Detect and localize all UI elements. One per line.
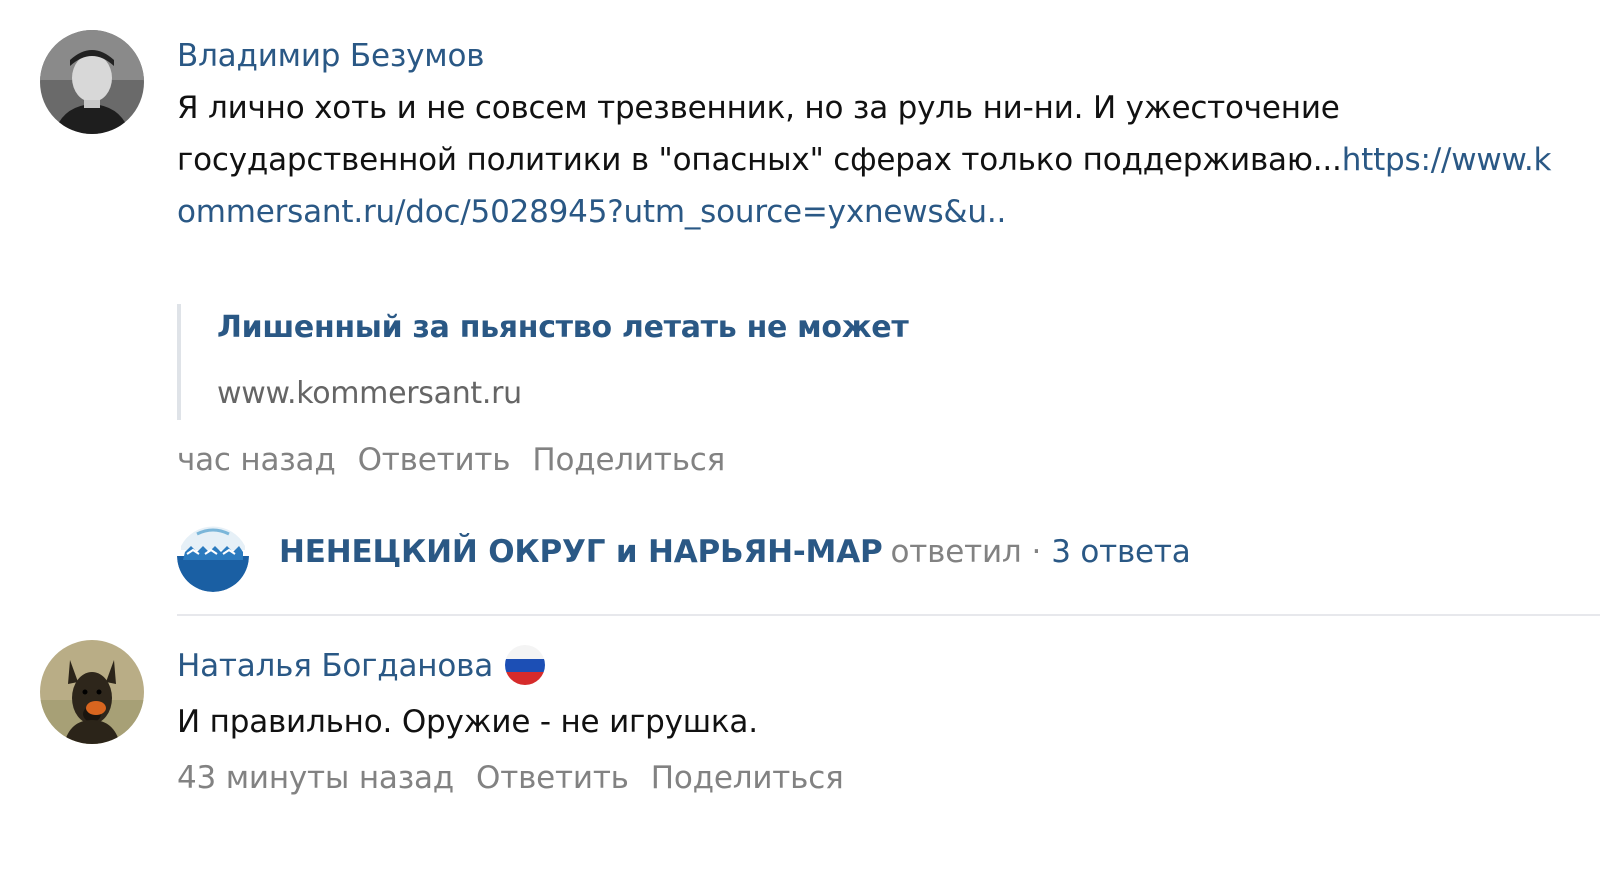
- comment-meta: 43 минуты назад Ответить Поделиться: [177, 760, 844, 796]
- comment-text-body: И правильно. Оружие - не игрушка.: [177, 704, 758, 740]
- share-button[interactable]: Поделиться: [651, 760, 844, 796]
- comment-author[interactable]: Наталья Богданова: [177, 644, 545, 685]
- comment-time[interactable]: 43 минуты назад: [177, 760, 454, 796]
- snippet-title[interactable]: Лишенный за пьянство летать не может: [217, 310, 909, 345]
- group-avatar[interactable]: [177, 520, 249, 592]
- reply-button[interactable]: Ответить: [476, 760, 629, 796]
- group-logo-icon: [177, 520, 249, 592]
- comments-page: Владимир Безумов Я лично хоть и не совсе…: [0, 0, 1600, 870]
- thread-author[interactable]: НЕНЕЦКИЙ ОКРУГ и НАРЬЯН-МАР: [279, 534, 883, 570]
- avatar-dog-icon: [40, 640, 144, 744]
- link-snippet[interactable]: Лишенный за пьянство летать не может www…: [177, 304, 909, 420]
- avatar-photo-icon: [40, 30, 144, 134]
- comment-meta: час назад Ответить Поделиться: [177, 442, 725, 478]
- snippet-domain: www.kommersant.ru: [217, 376, 522, 411]
- share-button[interactable]: Поделиться: [532, 442, 725, 478]
- thread-replied: ответил: [890, 534, 1022, 570]
- comment-author-name[interactable]: Наталья Богданова: [177, 648, 493, 684]
- user-avatar[interactable]: [40, 640, 144, 744]
- russia-flag-icon: [505, 644, 545, 685]
- comment-text: И правильно. Оружие - не игрушка.: [177, 696, 1557, 748]
- reply-button[interactable]: Ответить: [358, 442, 511, 478]
- comment-time[interactable]: час назад: [177, 442, 336, 478]
- thread-separator: ·: [1031, 534, 1042, 570]
- comment-text-body: Я лично хоть и не совсем трезвенник, но …: [177, 90, 1342, 178]
- thread-line: НЕНЕЦКИЙ ОКРУГ и НАРЬЯН-МАР ответил · 3 отв…: [279, 534, 1191, 570]
- comment-divider: [177, 614, 1600, 616]
- thread-reply-count[interactable]: 3 ответа: [1051, 534, 1191, 570]
- user-avatar[interactable]: [40, 30, 144, 134]
- comment-text: Я лично хоть и не совсем трезвенник, но …: [177, 82, 1557, 238]
- comment-author[interactable]: Владимир Безумов: [177, 38, 485, 74]
